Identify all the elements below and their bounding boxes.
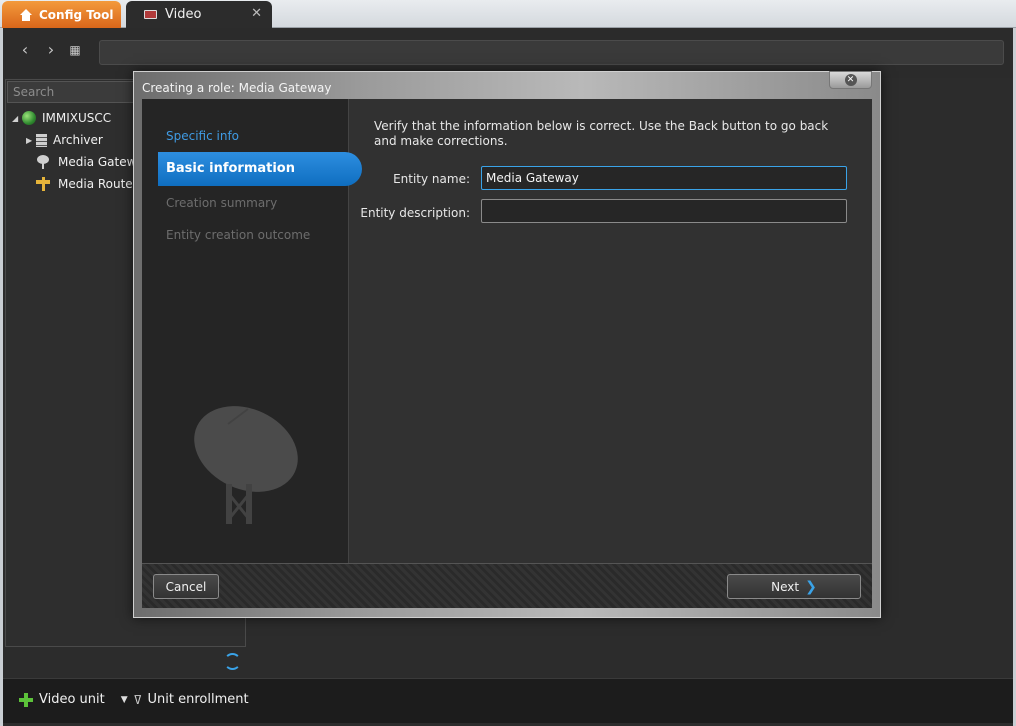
entity-description-label: Entity description: — [360, 206, 470, 220]
plus-icon — [19, 692, 33, 707]
tab-video[interactable]: Video ✕ — [126, 1, 272, 28]
wizard-content: Verify that the information below is cor… — [350, 99, 872, 563]
unit-enrollment-button[interactable]: ߜ Unit enrollment — [134, 692, 249, 707]
tab-video-label: Video — [165, 7, 202, 22]
cancel-label: Cancel — [165, 579, 207, 594]
tasks-icon[interactable]: ▦ — [67, 42, 83, 58]
tab-strip: Config Tool Video ✕ — [0, 0, 1016, 28]
unit-enrollment-label: Unit enrollment — [147, 692, 249, 707]
tab-config-tool[interactable]: Config Tool — [2, 1, 121, 28]
instructions-text: Verify that the information below is cor… — [374, 119, 829, 148]
refresh-icon[interactable] — [224, 653, 241, 670]
video-unit-label: Video unit — [39, 692, 105, 707]
collapse-arrow-icon[interactable]: ◢ — [12, 114, 22, 123]
next-label: Next — [771, 579, 800, 594]
tree-item-immixuscc[interactable]: ◢ IMMIXUSCC — [12, 108, 111, 128]
tree-item-label: Media Gatewa — [58, 155, 144, 169]
entity-description-field[interactable] — [481, 199, 847, 223]
step-creation-summary: Creation summary — [166, 196, 278, 210]
step-basic-information[interactable]: Basic information — [158, 152, 362, 186]
router-icon — [36, 177, 52, 191]
expand-arrow-icon[interactable]: ▶ — [26, 136, 36, 145]
tree-item-label: Media Router — [58, 177, 138, 191]
home-icon — [20, 8, 32, 21]
next-button[interactable]: Next ❯ — [727, 574, 861, 599]
create-role-dialog: Creating a role: Media Gateway ✕ Specifi… — [133, 71, 881, 618]
dialog-footer: Cancel Next ❯ — [142, 563, 872, 608]
dialog-close-button[interactable]: ✕ — [829, 71, 872, 89]
satellite-dish-icon — [194, 406, 298, 524]
bottom-bar: Video unit ▼ ߜ Unit enrollment — [3, 678, 1013, 723]
back-icon[interactable]: ‹ — [17, 42, 33, 58]
dialog-title: Creating a role: Media Gateway — [142, 81, 332, 95]
step-entity-creation-outcome: Entity creation outcome — [166, 228, 311, 242]
tree-item-label: IMMIXUSCC — [42, 111, 112, 125]
tree-item-media-router[interactable]: Media Router — [36, 174, 138, 194]
close-tab-icon[interactable]: ✕ — [251, 6, 262, 21]
step-specific-info[interactable]: Specific info — [166, 129, 239, 143]
binoculars-icon: ߜ — [134, 692, 142, 707]
chevron-right-icon: ❯ — [805, 578, 817, 595]
entity-name-field[interactable] — [481, 166, 847, 190]
entity-name-label: Entity name: — [393, 172, 470, 186]
cancel-button[interactable]: Cancel — [153, 574, 219, 599]
tree-item-media-gateway[interactable]: Media Gatewa — [36, 152, 144, 172]
forward-icon[interactable]: › — [43, 42, 59, 58]
globe-icon — [22, 111, 36, 125]
close-icon: ✕ — [844, 74, 857, 86]
video-camera-icon — [144, 10, 157, 19]
tree-item-label: Archiver — [53, 133, 103, 147]
chevron-down-icon[interactable]: ▼ — [121, 695, 128, 705]
address-bar[interactable] — [99, 40, 1004, 65]
satellite-dish-icon — [36, 155, 52, 169]
dialog-body: Specific info Creation summary Entity cr… — [142, 99, 872, 608]
server-icon — [36, 133, 47, 147]
tab-config-tool-label: Config Tool — [39, 7, 114, 22]
tree-item-archiver[interactable]: ▶ Archiver — [26, 130, 103, 150]
video-unit-button[interactable]: Video unit ▼ — [19, 692, 128, 707]
